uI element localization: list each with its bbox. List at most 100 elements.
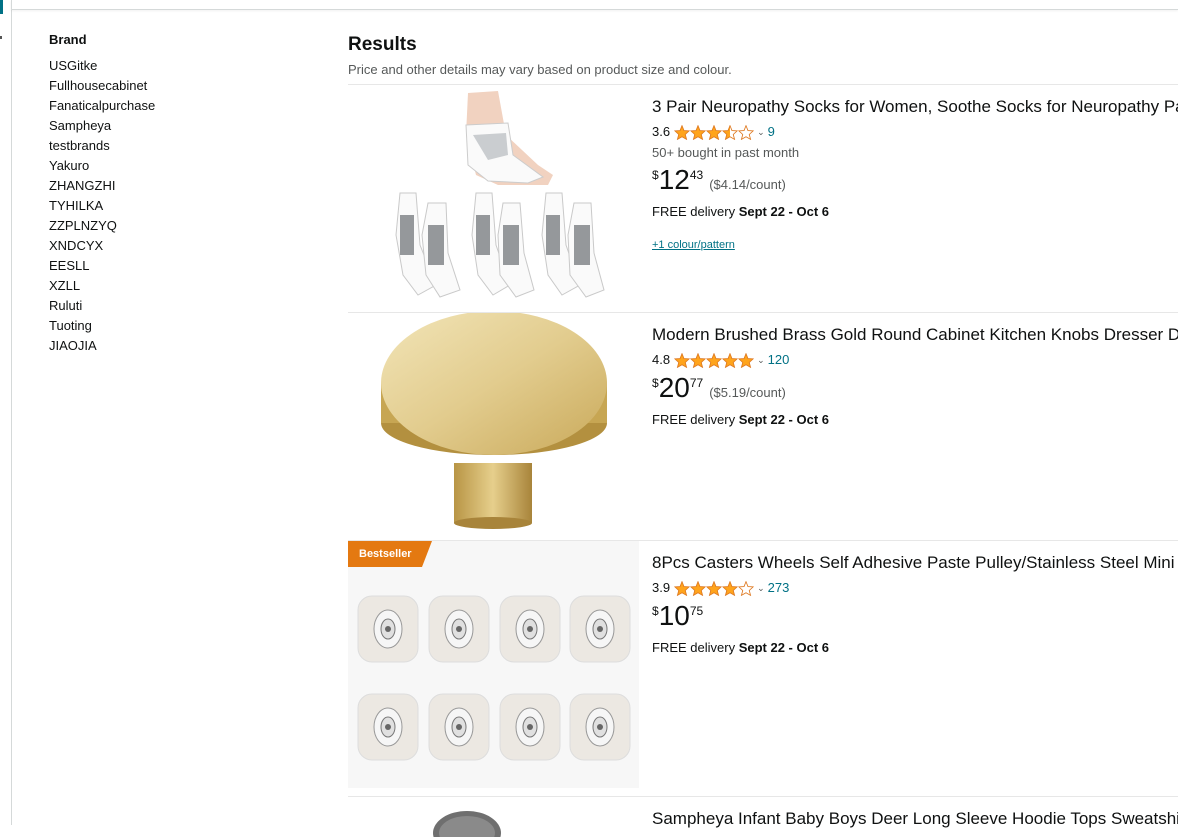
caster-wheels-image-icon [348, 541, 639, 788]
star-icon [738, 124, 755, 140]
brand-filter-item[interactable]: Tuoting [49, 316, 309, 336]
caster-wheel [499, 595, 561, 663]
price-fraction: 43 [689, 168, 704, 182]
caster-wheel [428, 595, 490, 663]
product-info: Modern Brushed Brass Gold Round Cabinet … [652, 323, 1178, 429]
star-icon [674, 352, 691, 368]
brand-filter-item[interactable]: Sampheya [49, 116, 309, 136]
brand-filter-item[interactable]: EESLL [49, 256, 309, 276]
product-info: 8Pcs Casters Wheels Self Adhesive Paste … [652, 551, 1178, 657]
star-icon [690, 580, 707, 596]
brand-filter-item[interactable]: Fanaticalpurchase [49, 96, 309, 116]
review-count-link[interactable]: 120 [768, 351, 790, 369]
product-title[interactable]: Modern Brushed Brass Gold Round Cabinet … [652, 323, 1178, 347]
delivery-dates: Sept 22 - Oct 6 [738, 640, 830, 655]
product-title[interactable]: 8Pcs Casters Wheels Self Adhesive Paste … [652, 551, 1178, 575]
price[interactable]: $ 12 43 ($4.14/count) [652, 165, 1178, 195]
star-icon [738, 580, 755, 596]
chevron-down-icon[interactable]: ⌄ [757, 351, 765, 369]
results-subtitle: Price and other details may vary based o… [348, 62, 732, 77]
delivery-info: FREE delivery Sept 22 - Oct 6 [652, 639, 1178, 657]
brand-list: USGitke Fullhousecabinet Fanaticalpurchase… [49, 56, 309, 356]
caster-wheel [357, 693, 419, 761]
review-count-link[interactable]: 9 [768, 123, 775, 141]
product-card-hoodie[interactable]: Sampheya Infant Baby Boys Deer Long Slee… [348, 796, 1178, 837]
product-card-casters[interactable]: Bestseller 8Pcs Casters Wheels Self Adhe… [348, 540, 1178, 788]
delivery-info: FREE delivery Sept 22 - Oct 6 [652, 411, 1178, 429]
star-icon [674, 580, 691, 596]
rating-row: 3.6 ⌄ 9 [652, 123, 1178, 141]
price-whole: 20 [658, 372, 690, 403]
product-card-knobs[interactable]: Modern Brushed Brass Gold Round Cabinet … [348, 312, 1178, 532]
brand-filter-item[interactable]: testbrands [49, 136, 309, 156]
brand-filter-item[interactable]: ZHANGZHI [49, 176, 309, 196]
delivery-prefix: FREE delivery [652, 204, 736, 219]
caster-wheel [569, 595, 631, 663]
price[interactable]: $ 20 77 ($5.19/count) [652, 373, 1178, 403]
window-left-edge [0, 0, 12, 825]
brand-filter-item[interactable]: Yakuro [49, 156, 309, 176]
star-icon [690, 352, 707, 368]
unit-price: ($5.19/count) [709, 385, 786, 400]
bought-past-month: 50+ bought in past month [652, 145, 800, 160]
product-image-hoodie[interactable] [348, 797, 639, 837]
bestseller-badge: Bestseller [348, 541, 432, 567]
product-image-knobs[interactable] [348, 313, 639, 532]
product-card-socks[interactable]: 3 Pair Neuropathy Socks for Women, Sooth… [348, 84, 1178, 304]
unit-price: ($4.14/count) [709, 177, 786, 192]
star-rating-icon[interactable] [674, 124, 755, 140]
product-image-socks[interactable] [348, 85, 639, 304]
chevron-down-icon[interactable]: ⌄ [757, 579, 765, 597]
product-title[interactable]: Sampheya Infant Baby Boys Deer Long Slee… [652, 807, 1178, 831]
brand-filter-item[interactable]: XZLL [49, 276, 309, 296]
star-icon [690, 124, 707, 140]
price-fraction: 77 [689, 376, 704, 390]
brand-filter-item[interactable]: ZZPLNZYQ [49, 216, 309, 236]
caster-wheel [569, 693, 631, 761]
product-image-casters[interactable] [348, 541, 639, 788]
star-rating-icon[interactable] [674, 352, 755, 368]
brand-filter-item[interactable]: JIAOJIA [49, 336, 309, 356]
star-rating-icon[interactable] [674, 580, 755, 596]
review-count-link[interactable]: 273 [768, 579, 790, 597]
price-symbol: $ [652, 168, 659, 182]
rating-row: 4.8 ⌄ 120 [652, 351, 1178, 369]
star-icon [674, 124, 691, 140]
brand-filter-item[interactable]: XNDCYX [49, 236, 309, 256]
delivery-dates: Sept 22 - Oct 6 [738, 412, 830, 427]
brass-knob-image-icon [348, 313, 639, 532]
brand-filter-item[interactable]: Fullhousecabinet [49, 76, 309, 96]
star-icon [706, 580, 723, 596]
brand-filter-sidebar: Brand USGitke Fullhousecabinet Fanaticalpu… [49, 32, 309, 356]
star-icon [722, 124, 739, 140]
caster-wheel [357, 595, 419, 663]
edge-indicator-small [0, 36, 2, 39]
colour-pattern-link[interactable]: +1 colour/pattern [652, 239, 1178, 251]
star-icon [722, 580, 739, 596]
star-icon [706, 124, 723, 140]
price-whole: 12 [658, 164, 690, 195]
price[interactable]: $ 10 75 [652, 601, 1178, 631]
edge-indicator [0, 0, 3, 14]
star-icon [706, 352, 723, 368]
price-whole: 10 [658, 600, 690, 631]
chevron-down-icon[interactable]: ⌄ [757, 123, 765, 141]
caster-wheel [428, 693, 490, 761]
price-fraction: 75 [689, 604, 704, 618]
brand-filter-item[interactable]: USGitke [49, 56, 309, 76]
product-info: Sampheya Infant Baby Boys Deer Long Slee… [652, 807, 1178, 831]
hoodie-image-icon [348, 797, 639, 837]
socks-image-icon [348, 85, 639, 304]
delivery-info: FREE delivery Sept 22 - Oct 6 [652, 203, 1178, 221]
price-symbol: $ [652, 604, 659, 618]
brand-filter-title: Brand [49, 32, 87, 47]
product-info: 3 Pair Neuropathy Socks for Women, Sooth… [652, 95, 1178, 251]
product-title[interactable]: 3 Pair Neuropathy Socks for Women, Sooth… [652, 95, 1178, 119]
top-bar [11, 0, 1178, 10]
results-title: Results [348, 34, 417, 55]
brand-filter-item[interactable]: Ruluti [49, 296, 309, 316]
delivery-prefix: FREE delivery [652, 412, 736, 427]
star-icon [738, 352, 755, 368]
brand-filter-item[interactable]: TYHILKA [49, 196, 309, 216]
rating-value: 4.8 [652, 352, 671, 367]
